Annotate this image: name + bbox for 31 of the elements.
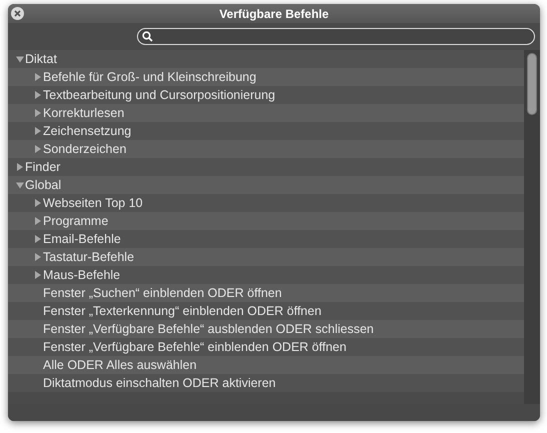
disclosure-triangle-icon[interactable] bbox=[16, 55, 24, 63]
close-icon bbox=[14, 10, 21, 17]
category-item[interactable]: Diktat bbox=[25, 51, 57, 67]
disclosure-triangle-icon[interactable] bbox=[34, 73, 42, 81]
close-button[interactable] bbox=[11, 7, 24, 20]
disclosure-triangle-icon[interactable] bbox=[34, 253, 42, 261]
category-item[interactable]: Sonderzeichen bbox=[43, 141, 126, 157]
window-title: Verfügbare Befehle bbox=[219, 6, 329, 22]
category-item[interactable]: Finder bbox=[25, 159, 60, 175]
disclosure-triangle-icon[interactable] bbox=[16, 163, 24, 171]
scroll-thumb[interactable] bbox=[527, 53, 537, 115]
disclosure-triangle-icon[interactable] bbox=[34, 271, 42, 279]
category-item[interactable]: Tastatur-Befehle bbox=[43, 249, 134, 265]
category-item[interactable]: Zeichensetzung bbox=[43, 123, 132, 139]
category-item[interactable]: Webseiten Top 10 bbox=[43, 195, 143, 211]
disclosure-triangle-icon[interactable] bbox=[34, 217, 42, 225]
category-item[interactable]: Email-Befehle bbox=[43, 231, 121, 247]
category-item[interactable]: Programme bbox=[43, 213, 108, 229]
category-item[interactable]: Maus-Befehle bbox=[43, 267, 120, 283]
disclosure-triangle-icon[interactable] bbox=[34, 109, 42, 117]
scrollbar[interactable] bbox=[524, 50, 540, 404]
disclosure-triangle-icon[interactable] bbox=[34, 127, 42, 135]
disclosure-triangle-icon[interactable] bbox=[34, 235, 42, 243]
disclosure-triangle-icon[interactable] bbox=[16, 181, 24, 189]
search-icon bbox=[142, 31, 153, 42]
disclosure-triangle-icon[interactable] bbox=[34, 145, 42, 153]
category-item[interactable]: Korrekturlesen bbox=[43, 105, 124, 121]
search-field[interactable] bbox=[137, 28, 535, 45]
disclosure-triangle-icon[interactable] bbox=[34, 91, 42, 99]
disclosure-triangle-icon[interactable] bbox=[34, 199, 42, 207]
category-item[interactable]: Global bbox=[25, 177, 62, 193]
